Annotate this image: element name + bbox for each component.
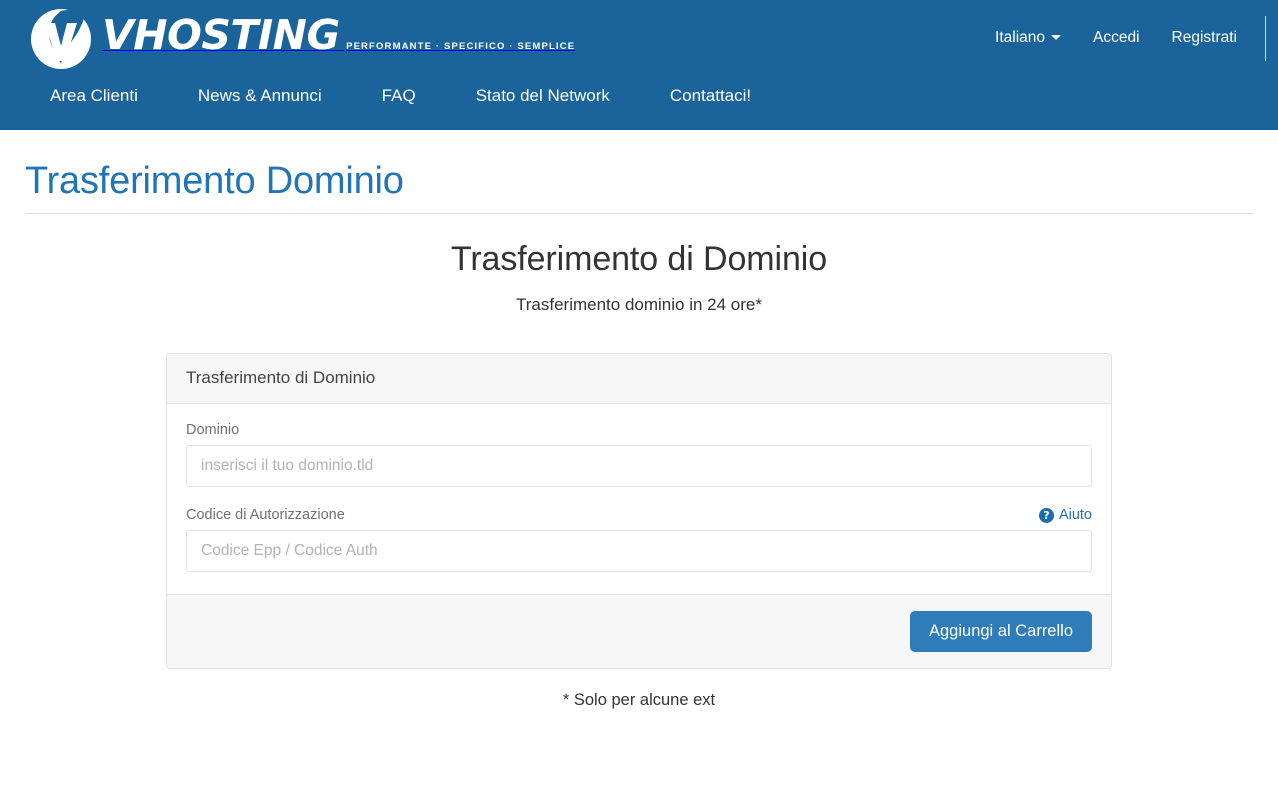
nav-item-news-annunci[interactable]: News & Annunci: [198, 86, 322, 106]
login-link[interactable]: Accedi: [1077, 29, 1156, 47]
content-heading: Trasferimento di Dominio: [450, 240, 828, 278]
nav-item-faq[interactable]: FAQ: [382, 86, 416, 106]
page-footnote: * Solo per alcune ext: [562, 690, 716, 709]
main-content: Trasferimento di Dominio Trasferimento d…: [0, 240, 1278, 710]
question-circle-icon: ?: [1038, 507, 1054, 523]
add-to-cart-button[interactable]: Aggiungi al Carrello: [910, 611, 1092, 652]
help-link[interactable]: ? Aiuto: [1038, 507, 1092, 523]
vhosting-logo-icon: [28, 6, 94, 72]
content-subheading: Trasferimento dominio in 24 ore*: [516, 295, 762, 314]
card-header-title: Trasferimento di Dominio: [186, 368, 376, 387]
nav-item-stato-del-network[interactable]: Stato del Network: [476, 86, 610, 106]
domain-field-label: Dominio: [186, 422, 240, 438]
domain-transfer-card: Trasferimento di Dominio Dominio Codice …: [166, 353, 1112, 669]
auth-code-label-row: Codice di Autorizzazione ? Aiuto: [186, 507, 1092, 523]
domain-field-group: Dominio: [186, 422, 1092, 487]
site-header: VHOSTING PERFORMANTE · SPECIFICO · SEMPL…: [0, 0, 1278, 130]
auth-code-field-group: Codice di Autorizzazione ? Aiuto: [186, 507, 1092, 572]
language-selector[interactable]: Italiano: [979, 29, 1077, 47]
card-footer: Aggiungi al Carrello: [167, 594, 1111, 668]
language-selector-label: Italiano: [995, 29, 1045, 46]
top-utility-links: Italiano Accedi Registrati: [979, 0, 1278, 76]
nav-item-contattaci[interactable]: Contattaci!: [670, 86, 751, 106]
chevron-down-icon: [1051, 35, 1061, 41]
help-link-label: Aiuto: [1058, 507, 1092, 523]
domain-input[interactable]: [186, 445, 1092, 487]
auth-code-field-label: Codice di Autorizzazione: [186, 507, 345, 523]
domain-label-row: Dominio: [186, 422, 1092, 438]
site-logo[interactable]: VHOSTING PERFORMANTE · SPECIFICO · SEMPL…: [28, 6, 575, 72]
card-body: Dominio Codice di Autorizzazione ? Aiuto: [167, 404, 1111, 594]
card-header: Trasferimento di Dominio: [167, 354, 1111, 404]
main-navigation: Area Clienti News & Annunci FAQ Stato de…: [0, 86, 751, 106]
logo-wordmark: VHOSTING: [102, 11, 340, 59]
page-title: Trasferimento Dominio: [25, 160, 404, 202]
register-link[interactable]: Registrati: [1156, 29, 1253, 47]
page-title-zone: Trasferimento Dominio: [0, 130, 1278, 214]
title-divider: [25, 213, 1253, 214]
logo-tagline: PERFORMANTE · SPECIFICO · SEMPLICE: [346, 41, 576, 52]
header-vertical-divider: [1265, 15, 1266, 61]
auth-code-input[interactable]: [186, 530, 1092, 572]
nav-item-area-clienti[interactable]: Area Clienti: [50, 86, 138, 106]
